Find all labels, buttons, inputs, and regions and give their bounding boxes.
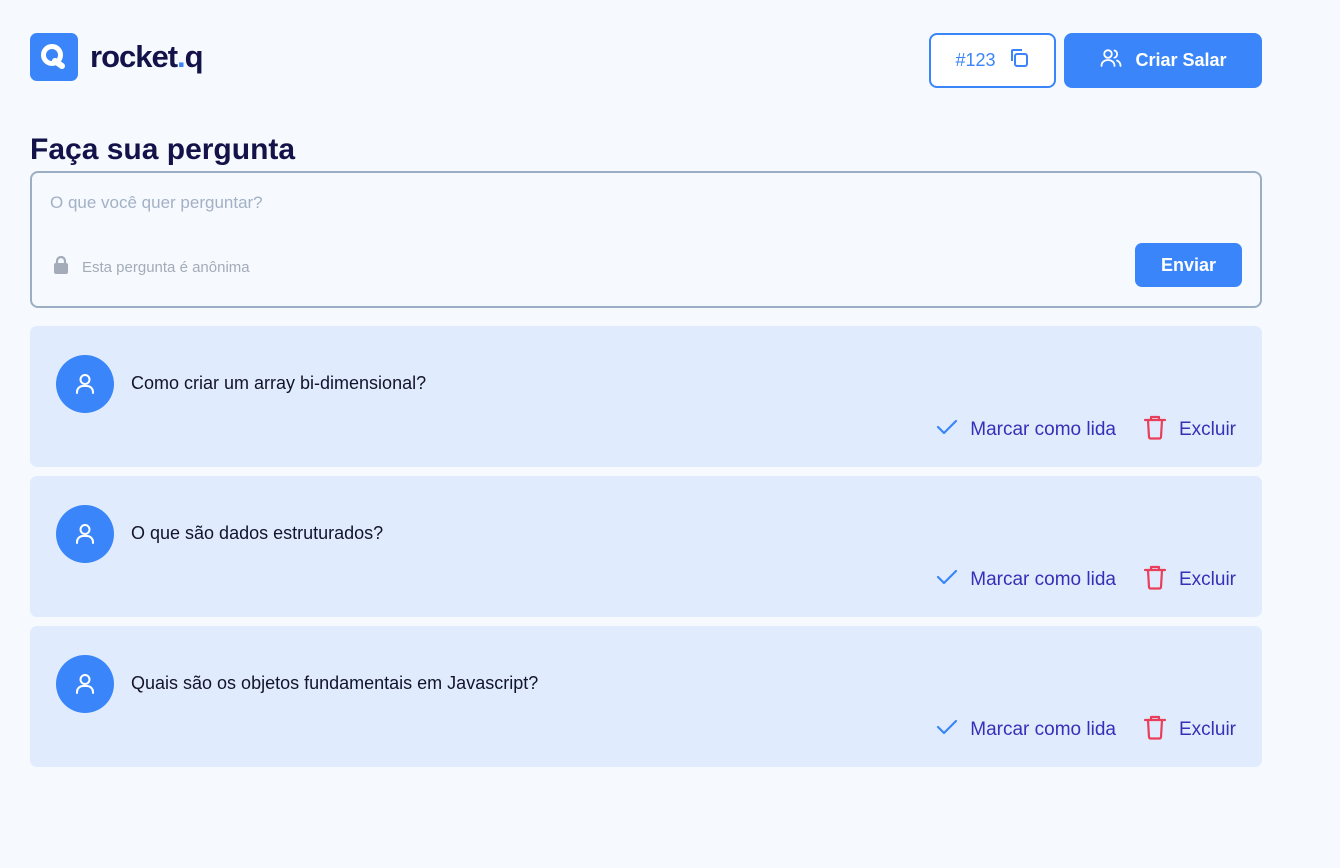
users-icon — [1099, 46, 1123, 75]
copy-icon — [1008, 47, 1030, 74]
user-icon — [56, 655, 114, 713]
logo-suffix: q — [184, 39, 204, 74]
logo-dot: . — [177, 39, 186, 74]
delete-label: Excluir — [1178, 569, 1236, 590]
magnifier-logo-icon — [30, 33, 78, 81]
trash-icon — [1143, 714, 1167, 746]
question-actions: Marcar como lida Excluir — [936, 564, 1236, 596]
question-text: Quais são os objetos fundamentais em Jav… — [131, 673, 539, 693]
anonymous-label: Esta pergunta é anônima — [82, 258, 250, 276]
ask-title: Faça sua pergunta — [30, 133, 296, 166]
create-room-button[interactable]: Criar Salar — [1064, 33, 1262, 88]
room-code-label: #123 — [955, 50, 996, 70]
check-icon — [936, 568, 958, 592]
page-container: rocket. q #123 Criar Salar Faça sua perg… — [30, 33, 1262, 767]
mark-read-label: Marcar como lida — [970, 719, 1116, 740]
logo-name: rocket — [90, 39, 178, 74]
delete-button[interactable]: Excluir — [1143, 414, 1236, 446]
delete-button[interactable]: Excluir — [1143, 714, 1236, 746]
mark-read-button[interactable]: Marcar como lida — [936, 568, 1116, 592]
trash-icon — [1143, 564, 1167, 596]
ask-form: Esta pergunta é anônima Enviar — [30, 171, 1262, 308]
question-list: Como criar um array bi-dimensional? Marc… — [30, 326, 1262, 767]
user-icon — [56, 505, 114, 563]
question-card: O que são dados estruturados? Marcar com… — [30, 476, 1262, 617]
header-actions: #123 Criar Salar — [929, 33, 1262, 88]
question-text: Como criar um array bi-dimensional? — [131, 373, 427, 393]
check-icon — [936, 718, 958, 742]
lock-icon — [52, 255, 70, 279]
logo-text: rocket. q — [90, 39, 204, 75]
mark-read-label: Marcar como lida — [970, 569, 1116, 590]
mark-read-label: Marcar como lida — [970, 419, 1116, 440]
header: rocket. q #123 Criar Salar — [30, 33, 1262, 88]
question-card: Quais são os objetos fundamentais em Jav… — [30, 626, 1262, 767]
question-actions: Marcar como lida Excluir — [936, 714, 1236, 746]
anonymous-notice: Esta pergunta é anônima — [52, 255, 250, 279]
check-icon — [936, 418, 958, 442]
mark-read-button[interactable]: Marcar como lida — [936, 718, 1116, 742]
mark-read-button[interactable]: Marcar como lida — [936, 418, 1116, 442]
delete-label: Excluir — [1178, 419, 1236, 440]
question-card: Como criar um array bi-dimensional? Marc… — [30, 326, 1262, 467]
user-icon — [56, 355, 114, 413]
trash-icon — [1143, 414, 1167, 446]
room-code-button[interactable]: #123 — [929, 33, 1056, 88]
question-actions: Marcar como lida Excluir — [936, 414, 1236, 446]
question-input[interactable] — [50, 193, 1150, 213]
question-text: O que são dados estruturados? — [131, 523, 384, 543]
delete-label: Excluir — [1178, 719, 1236, 740]
create-room-label: Criar Salar — [1135, 50, 1227, 70]
send-button[interactable]: Enviar — [1135, 243, 1242, 287]
delete-button[interactable]: Excluir — [1143, 564, 1236, 596]
logo[interactable]: rocket. q — [30, 33, 204, 81]
